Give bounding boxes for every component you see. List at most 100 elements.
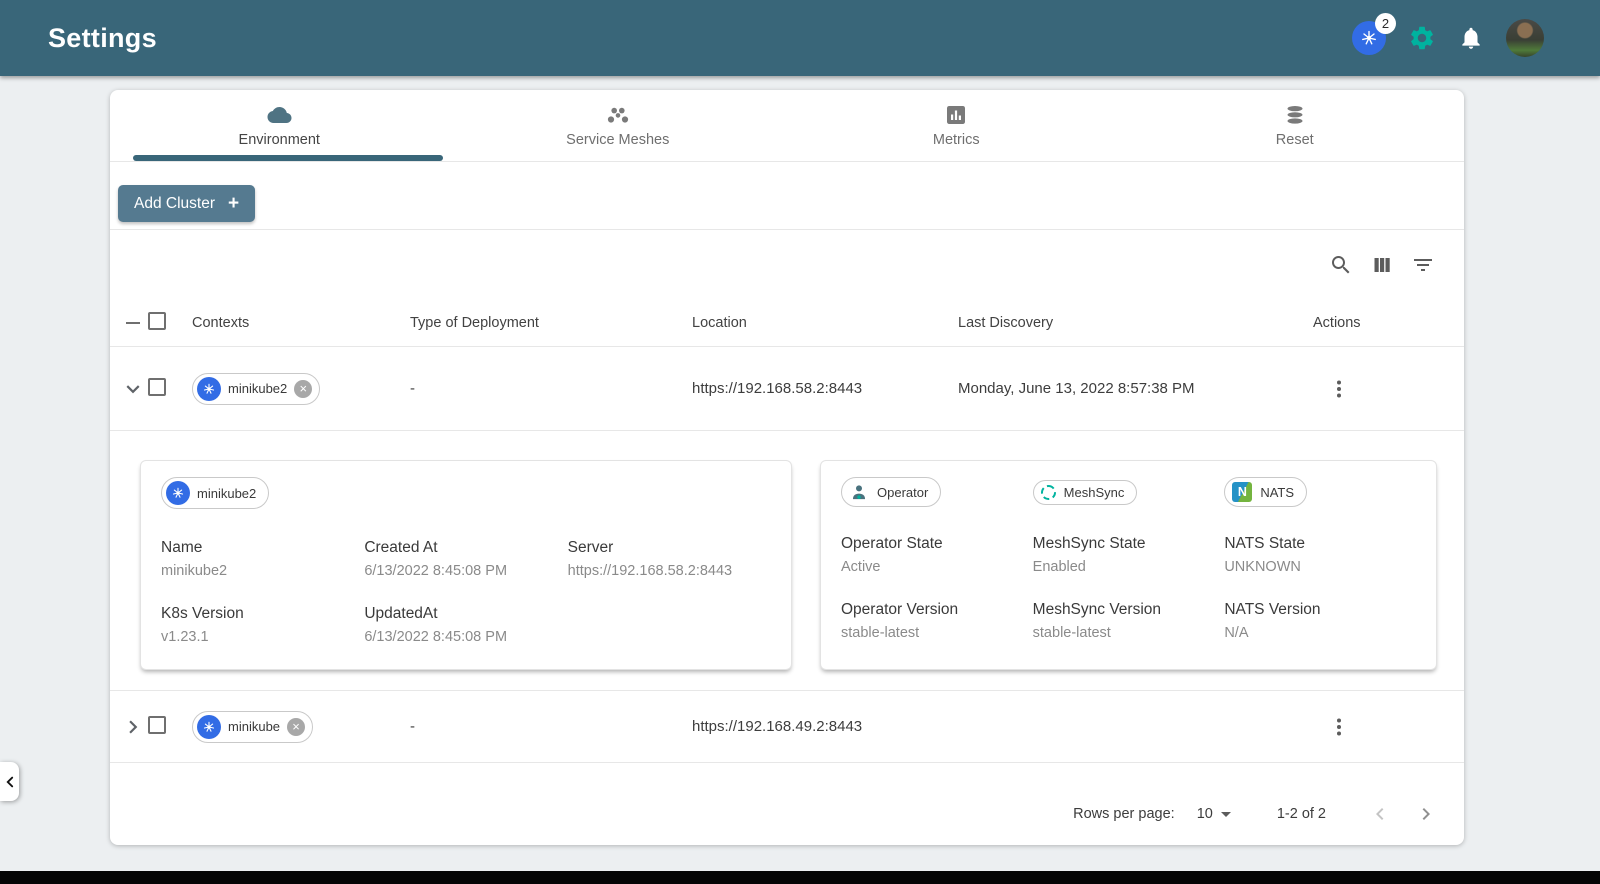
row-actions-menu-button[interactable] — [1327, 715, 1351, 739]
expand-row-button[interactable] — [118, 714, 148, 740]
cluster-chip-label: minikube2 — [197, 485, 257, 501]
table-row: minikube × - https://192.168.49.2:8443 — [110, 691, 1464, 763]
tab-service-meshes-label: Service Meshes — [566, 132, 670, 148]
next-page-button[interactable] — [1414, 802, 1438, 826]
cluster-detail-card: minikube2 Name minikube2 Created At 6/13… — [140, 460, 792, 670]
tab-metrics-label: Metrics — [932, 132, 980, 148]
field-updated-at: UpdatedAt 6/13/2022 8:45:08 PM — [364, 605, 508, 645]
cluster-chip[interactable]: minikube2 — [161, 477, 270, 509]
add-cluster-row: Add Cluster + — [110, 162, 1464, 230]
table-toolbar — [110, 230, 1464, 300]
kebab-menu-icon — [1337, 718, 1341, 735]
services-detail-card: Operator MeshSync N NATS Operator State … — [820, 460, 1437, 670]
meshsync-chip[interactable]: MeshSync — [1032, 479, 1138, 505]
metrics-chart-icon — [947, 106, 966, 124]
bell-icon — [1462, 27, 1480, 49]
expand-all-toggle[interactable] — [118, 311, 148, 335]
row-actions-menu-button[interactable] — [1327, 377, 1351, 401]
field-nats-state: NATS State UNKNOWN — [1224, 535, 1306, 575]
chevron-left-icon — [1376, 808, 1384, 820]
header-icons: 2 — [1352, 13, 1544, 57]
column-header-location: Location — [692, 315, 747, 331]
tab-reset-label: Reset — [1275, 132, 1314, 148]
chevron-right-icon — [129, 720, 138, 733]
database-icon — [1287, 106, 1303, 124]
search-button[interactable] — [1328, 252, 1354, 278]
service-mesh-icon — [607, 107, 628, 123]
active-tab-indicator — [133, 155, 443, 161]
rows-per-page-select[interactable]: 10 — [1197, 806, 1231, 822]
type-of-deployment-cell: - — [410, 380, 415, 397]
add-cluster-label: Add Cluster — [134, 194, 215, 212]
operator-chip[interactable]: Operator — [841, 477, 942, 507]
context-chip-label: minikube — [228, 719, 281, 734]
table-row: minikube2 × - https://192.168.58.2:8443 … — [110, 347, 1464, 431]
chevron-down-icon — [126, 384, 140, 393]
tab-environment[interactable]: Environment — [110, 90, 449, 161]
app-header: Settings 2 — [0, 0, 1600, 76]
user-avatar[interactable] — [1506, 19, 1544, 57]
settings-gear-button[interactable] — [1408, 24, 1436, 52]
rows-per-page-label: Rows per page: — [1073, 806, 1175, 822]
rows-per-page-value: 10 — [1196, 806, 1213, 822]
collapse-row-button[interactable] — [118, 376, 148, 402]
filter-button[interactable] — [1410, 252, 1436, 278]
kubernetes-icon — [166, 481, 190, 505]
tab-environment-label: Environment — [238, 132, 320, 148]
cluster-fields: Name minikube2 Created At 6/13/2022 8:45… — [161, 539, 771, 645]
field-server: Server https://192.168.58.2:8443 — [567, 539, 733, 579]
cloud-icon — [267, 107, 292, 123]
kubernetes-icon — [197, 714, 221, 739]
kubernetes-contexts-button[interactable]: 2 — [1352, 13, 1396, 55]
settings-card: Environment Service Meshes Metrics Reset… — [110, 90, 1464, 845]
minus-icon — [126, 322, 140, 324]
tab-reset[interactable]: Reset — [1126, 90, 1465, 161]
context-chip-minikube2[interactable]: minikube2 × — [192, 372, 321, 405]
row-checkbox[interactable] — [148, 715, 166, 734]
location-cell: https://192.168.58.2:8443 — [692, 380, 863, 397]
page-title: Settings — [48, 22, 157, 53]
notifications-bell-button[interactable] — [1458, 25, 1484, 51]
field-operator-state: Operator State Active — [841, 535, 943, 575]
page-range: 1-2 of 2 — [1276, 806, 1326, 822]
expanded-row-panel: minikube2 Name minikube2 Created At 6/13… — [110, 431, 1464, 691]
nats-icon: N — [1232, 482, 1253, 502]
kebab-menu-icon — [1337, 380, 1341, 397]
nats-chip[interactable]: N NATS — [1224, 477, 1308, 507]
service-chips-row: Operator MeshSync N NATS — [841, 477, 1416, 507]
type-of-deployment-cell: - — [410, 718, 415, 735]
previous-page-button[interactable] — [1368, 802, 1392, 826]
columns-icon — [1374, 258, 1390, 272]
select-all-checkbox[interactable] — [148, 312, 166, 330]
tab-service-meshes[interactable]: Service Meshes — [449, 90, 788, 161]
remove-context-icon[interactable]: × — [294, 379, 313, 398]
settings-tabs: Environment Service Meshes Metrics Reset — [110, 90, 1464, 162]
gear-icon — [1411, 26, 1433, 50]
chevron-left-icon — [5, 776, 13, 787]
search-icon — [1332, 256, 1350, 274]
kubernetes-icon — [197, 376, 221, 401]
context-chip-minikube[interactable]: minikube × — [192, 710, 314, 743]
caret-down-icon — [1220, 811, 1231, 817]
chevron-right-icon — [1422, 808, 1430, 820]
field-operator-version: Operator Version stable-latest — [841, 601, 959, 641]
add-cluster-button[interactable]: Add Cluster + — [118, 185, 256, 222]
column-header-actions: Actions — [1313, 315, 1361, 331]
remove-context-icon[interactable]: × — [287, 717, 306, 736]
filter-icon — [1414, 259, 1432, 271]
sidebar-collapse-toggle[interactable] — [0, 762, 19, 801]
nats-chip-label: NATS — [1260, 484, 1295, 500]
field-nats-version: NATS Version N/A — [1224, 601, 1321, 641]
plus-icon: + — [227, 193, 240, 214]
row-checkbox[interactable] — [148, 377, 166, 396]
location-cell: https://192.168.49.2:8443 — [692, 718, 863, 735]
tab-metrics[interactable]: Metrics — [787, 90, 1126, 161]
meshsync-icon — [1040, 484, 1056, 500]
view-columns-button[interactable] — [1369, 252, 1395, 278]
field-meshsync-version: MeshSync Version stable-latest — [1032, 601, 1162, 641]
field-k8s-version: K8s Version v1.23.1 — [161, 605, 244, 645]
column-header-type: Type of Deployment — [410, 315, 539, 331]
operator-person-icon — [853, 485, 865, 500]
table-header-row: Contexts Type of Deployment Location Las… — [110, 300, 1464, 347]
field-meshsync-state: MeshSync State Enabled — [1032, 535, 1146, 575]
